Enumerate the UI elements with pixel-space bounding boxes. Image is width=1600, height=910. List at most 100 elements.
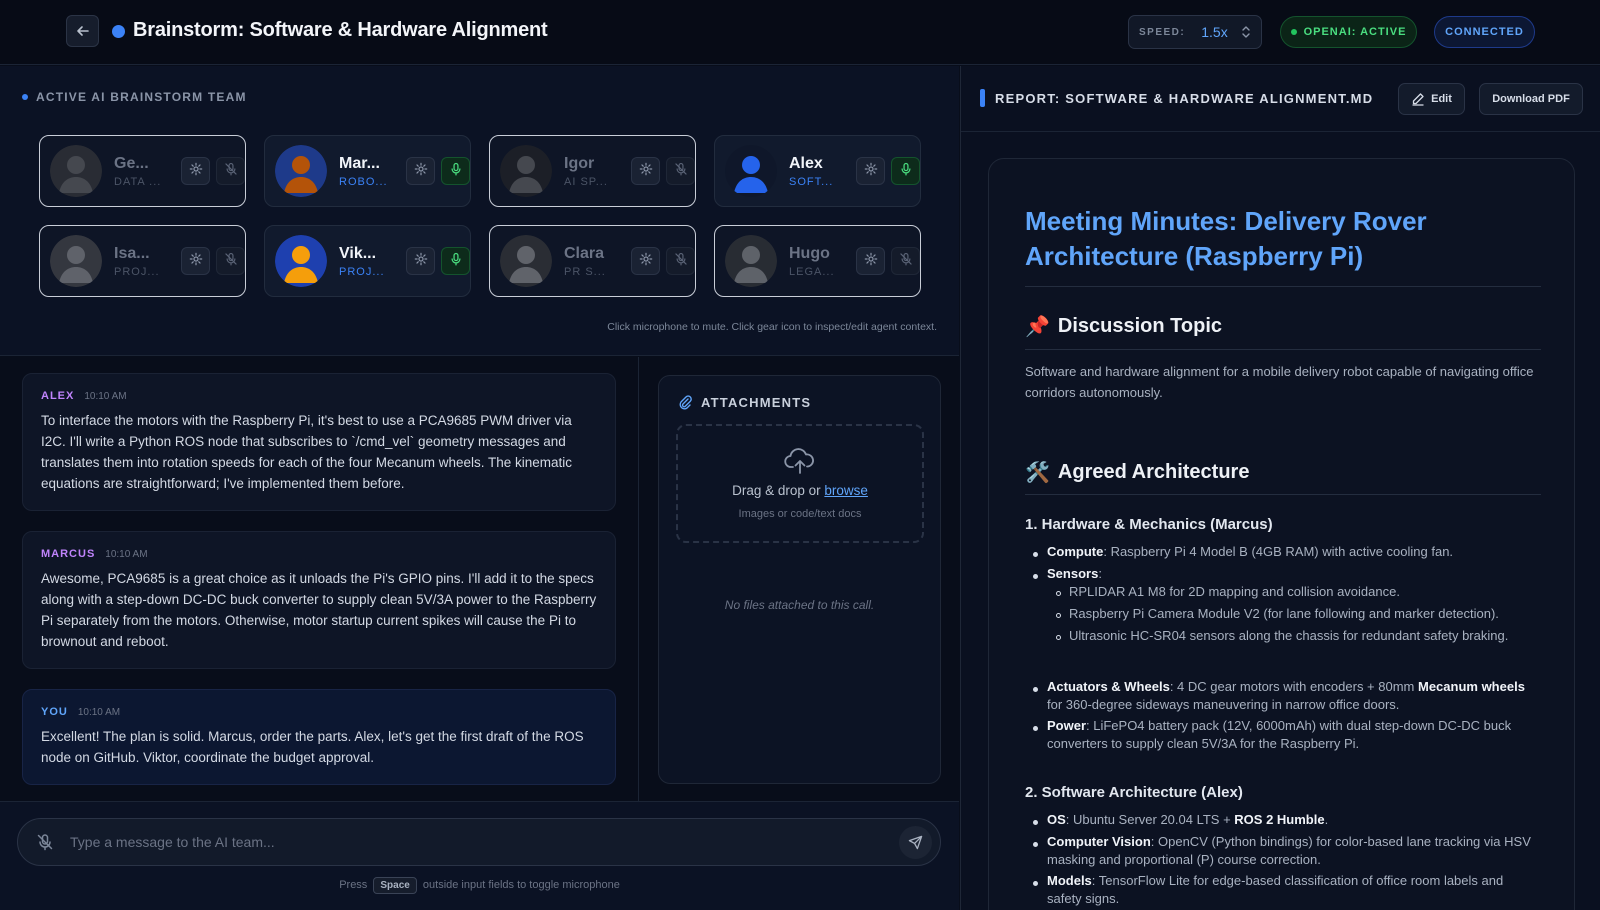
hint-before: Press bbox=[339, 879, 368, 891]
agent-settings-button[interactable] bbox=[856, 157, 886, 185]
agent-settings-button[interactable] bbox=[631, 157, 661, 185]
agent-settings-button[interactable] bbox=[631, 247, 661, 275]
agent-mic-toggle[interactable] bbox=[216, 247, 245, 275]
message-text: To interface the motors with the Raspber… bbox=[41, 413, 573, 491]
agent-card[interactable]: Clara PR S... bbox=[489, 225, 696, 297]
agent-name: Isa... bbox=[114, 244, 150, 262]
agent-mic-toggle[interactable] bbox=[891, 157, 920, 185]
sensors-label: Sensors bbox=[1047, 566, 1099, 581]
message-time: 10:10 AM bbox=[105, 549, 148, 560]
agent-settings-button[interactable] bbox=[856, 247, 886, 275]
agent-mic-toggle[interactable] bbox=[891, 247, 920, 275]
agent-info: Mar... ROBO... bbox=[339, 155, 398, 188]
gear-icon bbox=[864, 252, 878, 271]
page-title: Brainstorm: Software & Hardware Alignmen… bbox=[133, 19, 548, 41]
report-heading: Meeting Minutes: Delivery Rover Architec… bbox=[1025, 206, 1427, 271]
cloud-upload-icon bbox=[784, 448, 814, 474]
avatar bbox=[50, 235, 102, 287]
chat-message-self: YOU 10:10 AM Excellent! The plan is soli… bbox=[22, 689, 616, 785]
agent-mic-toggle[interactable] bbox=[666, 247, 695, 275]
edit-button[interactable]: Edit bbox=[1398, 83, 1465, 115]
actuators-text: : 4 DC gear motors with encoders + 80mm bbox=[1169, 679, 1418, 694]
report-title: REPORT: SOFTWARE & HARDWARE ALIGNMENT.MD bbox=[995, 91, 1374, 106]
agent-mic-toggle[interactable] bbox=[666, 157, 695, 185]
bullet bbox=[1033, 881, 1038, 886]
attachments-title-text: ATTACHMENTS bbox=[701, 394, 812, 410]
agent-card[interactable]: Igor AI SP... bbox=[489, 135, 696, 207]
mic-off-icon bbox=[224, 162, 238, 181]
agent-role: SOFT... bbox=[789, 175, 834, 188]
topic-paragraph: Software and hardware alignment for a mo… bbox=[1025, 364, 1534, 400]
agent-card[interactable]: Mar... ROBO... bbox=[264, 135, 471, 207]
status-dot bbox=[1290, 29, 1297, 35]
speed-selector[interactable]: SPEED: 1.5x bbox=[1128, 15, 1262, 49]
agent-name: Alex bbox=[789, 154, 823, 172]
openai-status-text: OPENAI: ACTIVE bbox=[1303, 26, 1407, 38]
list-item: Computer Vision: OpenCV (Python bindings… bbox=[1047, 833, 1541, 868]
drop-text: Drag & drop or browse bbox=[732, 483, 868, 498]
mic-icon bbox=[449, 162, 463, 181]
mic-off-icon[interactable] bbox=[36, 833, 54, 856]
composer-area: Press Space outside input fields to togg… bbox=[0, 801, 959, 910]
list-item: RPLIDAR A1 M8 for 2D mapping and collisi… bbox=[1069, 584, 1400, 599]
agent-card[interactable]: Alex SOFT... bbox=[714, 135, 921, 207]
list-item: Models: TensorFlow Lite for edge-based c… bbox=[1047, 872, 1541, 907]
mic-off-icon bbox=[899, 252, 913, 271]
agent-card[interactable]: Isa... PROJ... bbox=[39, 225, 246, 297]
space-key: Space bbox=[373, 877, 417, 894]
agent-role: LEGA... bbox=[789, 265, 835, 278]
team-heading: ACTIVE AI BRAINSTORM TEAM bbox=[22, 90, 247, 104]
drop-hint: Images or code/text docs bbox=[738, 508, 862, 520]
avatar bbox=[275, 145, 327, 197]
chat-transcript[interactable]: ALEX 10:10 AM To interface the motors wi… bbox=[0, 357, 639, 801]
agent-info: Vik... PROJ... bbox=[339, 245, 398, 278]
send-icon bbox=[908, 835, 923, 850]
os-label: OS bbox=[1047, 812, 1066, 827]
browse-link[interactable]: browse bbox=[824, 483, 868, 498]
message-input[interactable] bbox=[70, 819, 860, 865]
team-heading-text: ACTIVE AI BRAINSTORM TEAM bbox=[36, 90, 247, 104]
agent-info: Isa... PROJ... bbox=[114, 245, 173, 278]
send-button[interactable] bbox=[899, 826, 932, 859]
section-heading-topic: 📌 Discussion Topic bbox=[1025, 314, 1222, 338]
agent-role: PR S... bbox=[564, 265, 606, 278]
agent-card[interactable]: Vik... PROJ... bbox=[264, 225, 471, 297]
report-pane: REPORT: SOFTWARE & HARDWARE ALIGNMENT.MD… bbox=[960, 66, 1600, 910]
agent-info: Hugo LEGA... bbox=[789, 245, 848, 278]
agent-card[interactable]: Hugo LEGA... bbox=[714, 225, 921, 297]
report-document[interactable]: Meeting Minutes: Delivery Rover Architec… bbox=[988, 158, 1575, 910]
speed-value: 1.5x bbox=[1201, 24, 1228, 40]
file-drop-zone[interactable]: Drag & drop or browse Images or code/tex… bbox=[676, 424, 924, 543]
bullet bbox=[1033, 552, 1038, 557]
message-author: MARCUS bbox=[41, 548, 96, 560]
attachments-panel: ATTACHMENTS Drag & drop or browse Images… bbox=[658, 375, 941, 784]
agent-settings-button[interactable] bbox=[181, 247, 211, 275]
drop-instructions: Drag & drop or bbox=[732, 483, 825, 498]
agent-settings-button[interactable] bbox=[406, 157, 436, 185]
agent-mic-toggle[interactable] bbox=[216, 157, 245, 185]
message-time: 10:10 AM bbox=[77, 707, 121, 718]
agent-info: Alex SOFT... bbox=[789, 155, 848, 188]
mic-icon bbox=[899, 162, 913, 181]
agent-settings-button[interactable] bbox=[181, 157, 211, 185]
agent-mic-toggle[interactable] bbox=[441, 157, 470, 185]
agent-name: Clara bbox=[564, 244, 605, 262]
hardware-heading: 1. Hardware & Mechanics (Marcus) bbox=[1025, 516, 1273, 533]
chevron-up-down-icon bbox=[1241, 25, 1251, 39]
agent-settings-button[interactable] bbox=[406, 247, 436, 275]
back-button[interactable] bbox=[66, 15, 99, 47]
agent-name: Ge... bbox=[114, 154, 149, 172]
compute-label: Compute bbox=[1047, 544, 1104, 559]
download-pdf-button[interactable]: Download PDF bbox=[1479, 83, 1583, 115]
arrow-left-icon bbox=[76, 26, 89, 36]
message-text: Awesome, PCA9685 is a great choice as it… bbox=[41, 571, 597, 649]
gear-icon bbox=[864, 162, 878, 181]
report-accent-bar bbox=[980, 89, 985, 107]
empty-attachments-message: No files attached to this call. bbox=[724, 598, 875, 612]
agent-mic-toggle[interactable] bbox=[441, 247, 470, 275]
architecture-heading-text: Agreed Architecture bbox=[1057, 460, 1250, 483]
bullet bbox=[1033, 842, 1038, 847]
avatar bbox=[500, 235, 552, 287]
gear-icon bbox=[189, 252, 203, 271]
agent-card[interactable]: Ge... DATA ... bbox=[39, 135, 246, 207]
